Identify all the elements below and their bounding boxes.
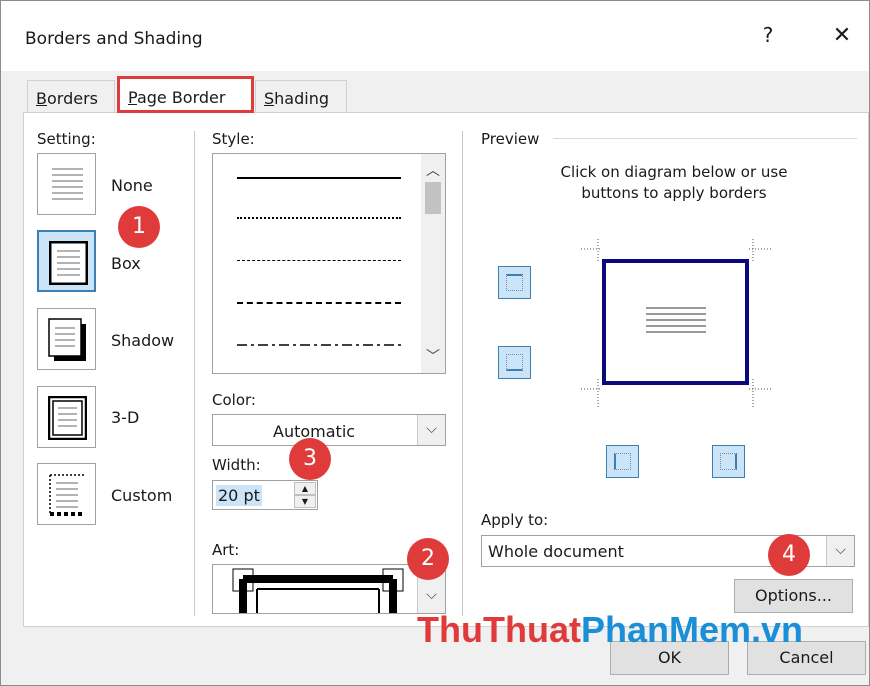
setting-label: Setting: xyxy=(37,130,96,148)
width-label: Width: xyxy=(212,456,261,474)
setting-custom-button[interactable] xyxy=(37,463,96,525)
left-border-button[interactable] xyxy=(606,445,639,478)
art-border-preview xyxy=(232,568,404,613)
setting-3d-label[interactable]: 3-D xyxy=(111,408,139,427)
annotation-badge-2: 2 xyxy=(407,538,449,580)
scroll-up-icon[interactable]: ︿ xyxy=(426,160,440,180)
annotation-badge-1: 1 xyxy=(118,206,160,248)
width-value[interactable]: 20 pt xyxy=(216,485,262,506)
help-button[interactable]: ? xyxy=(753,23,783,47)
setting-custom-label[interactable]: Custom xyxy=(111,486,172,505)
style-dotted[interactable] xyxy=(237,217,401,219)
window-title: Borders and Shading xyxy=(25,29,203,49)
annotation-badge-3: 3 xyxy=(289,438,331,480)
preview-text-line xyxy=(646,331,706,333)
top-border-icon xyxy=(506,274,523,291)
scroll-thumb[interactable] xyxy=(425,182,441,214)
setting-shadow-label[interactable]: Shadow xyxy=(111,331,174,350)
preview-text-line xyxy=(646,307,706,309)
tab-borders[interactable]: Borders xyxy=(27,80,115,113)
apply-to-value: Whole document xyxy=(488,542,624,561)
title-bar: Borders and Shading ? ✕ xyxy=(1,1,869,71)
borders-and-shading-dialog: Borders and Shading ? ✕ Borders Shading … xyxy=(0,0,870,686)
style-small-dash[interactable] xyxy=(237,260,401,261)
style-dash[interactable] xyxy=(237,302,401,304)
preview-text-line xyxy=(646,325,706,327)
color-dropdown[interactable]: Automatic ⌵ xyxy=(212,414,446,446)
chevron-down-icon[interactable]: ⌵ xyxy=(417,415,445,445)
style-solid[interactable] xyxy=(237,177,401,179)
setting-none-icon xyxy=(52,168,83,200)
apply-to-label: Apply to: xyxy=(481,511,549,529)
right-border-icon xyxy=(720,453,737,470)
preview-label: Preview xyxy=(481,130,540,148)
setting-shadow-button[interactable] xyxy=(37,308,96,370)
setting-custom-icon xyxy=(49,474,84,516)
style-label: Style: xyxy=(212,130,255,148)
chevron-down-icon[interactable]: ⌵ xyxy=(826,536,854,566)
bottom-border-button[interactable] xyxy=(498,346,531,379)
annotation-badge-4: 4 xyxy=(768,534,810,576)
separator-left xyxy=(194,131,195,616)
tab-page-border[interactable]: Page Border xyxy=(117,76,254,113)
setting-3d-button[interactable] xyxy=(37,386,96,448)
style-list[interactable]: ︿ ﹀ xyxy=(212,153,446,374)
art-label: Art: xyxy=(212,541,240,559)
options-button[interactable]: Options... xyxy=(734,579,853,613)
spin-up-icon[interactable]: ▲ xyxy=(294,482,316,495)
preview-diagram[interactable] xyxy=(602,259,749,385)
preview-text-line xyxy=(646,319,706,321)
tab-shading[interactable]: Shading xyxy=(255,80,347,113)
left-border-icon xyxy=(614,453,631,470)
scroll-down-icon[interactable]: ﹀ xyxy=(426,346,440,366)
setting-none-button[interactable] xyxy=(37,153,96,215)
close-button[interactable]: ✕ xyxy=(827,23,857,48)
setting-3d-icon xyxy=(48,396,87,440)
setting-shadow-icon xyxy=(48,318,86,361)
color-label: Color: xyxy=(212,391,256,409)
spin-down-icon[interactable]: ▼ xyxy=(294,495,316,508)
preview-rule xyxy=(553,138,857,139)
setting-box-button[interactable] xyxy=(37,230,96,292)
setting-box-label[interactable]: Box xyxy=(111,254,141,273)
style-scrollbar[interactable]: ︿ ﹀ xyxy=(421,154,445,373)
top-border-button[interactable] xyxy=(498,266,531,299)
right-border-button[interactable] xyxy=(712,445,745,478)
preview-text-line xyxy=(646,313,706,315)
width-spinner[interactable]: 20 pt ▲ ▼ xyxy=(212,480,318,510)
bottom-border-icon xyxy=(506,354,523,371)
setting-box-icon xyxy=(49,241,88,285)
style-dash-dot[interactable] xyxy=(237,343,401,347)
separator-right xyxy=(462,131,463,616)
setting-none-label[interactable]: None xyxy=(111,176,153,195)
preview-hint: Click on diagram below or use buttons to… xyxy=(560,163,788,202)
watermark: ThuThuatPhanMem.vn xyxy=(417,609,803,650)
